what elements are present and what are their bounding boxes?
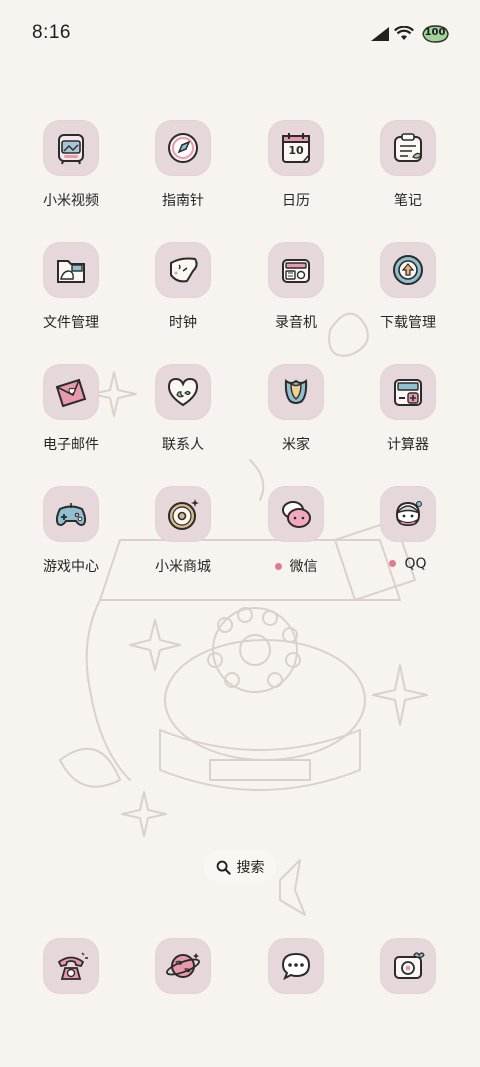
app-tile (43, 242, 99, 298)
radio-icon (282, 259, 310, 283)
app-label-text: QQ (404, 556, 427, 572)
app-tile (155, 486, 211, 542)
app-contacts[interactable]: 联系人 (127, 364, 239, 464)
signal-icon (371, 27, 389, 41)
dock-camera[interactable] (352, 938, 464, 1038)
app-qq[interactable]: QQ (352, 486, 464, 586)
app-tile (43, 120, 99, 176)
phone-icon (57, 952, 88, 980)
battery-icon: 100 (420, 24, 450, 44)
app-label: 时钟 (169, 315, 197, 331)
app-tile (155, 938, 211, 994)
app-tile (155, 364, 211, 420)
app-label: 指南针 (162, 193, 204, 209)
status-bar: 8:16 100 (0, 0, 480, 70)
tv-icon (58, 134, 84, 165)
app-tile (380, 486, 436, 542)
app-tile (155, 242, 211, 298)
search-button[interactable]: 搜索 (204, 850, 276, 884)
compass-icon (168, 133, 198, 163)
app-label: 游戏中心 (43, 559, 99, 575)
search-icon (216, 860, 231, 875)
app-tile (380, 364, 436, 420)
folder-icon (57, 260, 85, 283)
app-email[interactable]: 电子邮件 (15, 364, 127, 464)
app-tile (43, 364, 99, 420)
app-tile (380, 242, 436, 298)
wifi-icon (394, 26, 414, 40)
penguin-icon (395, 501, 422, 527)
notes-icon (394, 133, 422, 162)
app-label: 微信 (240, 556, 352, 576)
gamepad-icon (55, 503, 87, 526)
app-label: 录音机 (275, 315, 317, 331)
app-tile (380, 938, 436, 994)
app-label: 下载管理 (380, 315, 436, 331)
app-tile (43, 938, 99, 994)
app-recorder[interactable]: 录音机 (240, 242, 352, 342)
battery-level: 100 (424, 27, 446, 38)
download-icon (393, 255, 423, 285)
app-label: 米家 (282, 437, 310, 453)
app-tile (268, 242, 324, 298)
app-tile (380, 120, 436, 176)
app-label: 日历 (282, 193, 310, 209)
app-label: QQ (352, 556, 464, 572)
app-label: 小米商城 (155, 559, 211, 575)
notification-dot (389, 559, 397, 567)
tulip-icon (284, 379, 308, 404)
app-label: 文件管理 (43, 315, 99, 331)
app-tile (155, 120, 211, 176)
app-wechat[interactable]: 微信 (240, 486, 352, 586)
notification-dot (274, 562, 282, 570)
app-tile (268, 938, 324, 994)
app-tile: 10 (268, 120, 324, 176)
app-game-center[interactable]: 游戏中心 (15, 486, 127, 586)
app-mi-video[interactable]: 小米视频 (15, 120, 127, 220)
app-tile (43, 486, 99, 542)
heart-contacts-icon (167, 377, 199, 407)
app-label: 计算器 (387, 437, 429, 453)
app-label-text: 微信 (289, 559, 318, 575)
app-label: 电子邮件 (43, 437, 99, 453)
donut-icon (168, 499, 199, 530)
app-compass[interactable]: 指南针 (127, 120, 239, 220)
planet-icon (166, 953, 200, 978)
app-downloads[interactable]: 下载管理 (352, 242, 464, 342)
app-label: 联系人 (162, 437, 204, 453)
app-tile (268, 364, 324, 420)
chat-bubbles-icon (282, 501, 311, 528)
clock-time: 8:16 (32, 22, 71, 43)
camera-icon (394, 952, 425, 979)
app-file-manager[interactable]: 文件管理 (15, 242, 127, 342)
mail-icon (55, 378, 87, 408)
app-calendar[interactable]: 10 日历 (240, 120, 352, 220)
app-label: 小米视频 (43, 193, 99, 209)
calendar-day: 10 (288, 144, 304, 157)
dock-messages[interactable] (240, 938, 352, 1038)
app-clock[interactable]: 时钟 (127, 242, 239, 342)
dock-phone[interactable] (15, 938, 127, 1038)
clock-icon (170, 257, 198, 283)
app-label: 笔记 (394, 193, 422, 209)
dock-browser[interactable] (127, 938, 239, 1038)
message-icon (281, 952, 311, 981)
app-mi-store[interactable]: 小米商城 (127, 486, 239, 586)
app-calculator[interactable]: 计算器 (352, 364, 464, 464)
app-tile (268, 486, 324, 542)
app-mi-home[interactable]: 米家 (240, 364, 352, 464)
calculator-icon (394, 379, 422, 406)
search-label: 搜索 (236, 860, 265, 876)
app-notes[interactable]: 笔记 (352, 120, 464, 220)
